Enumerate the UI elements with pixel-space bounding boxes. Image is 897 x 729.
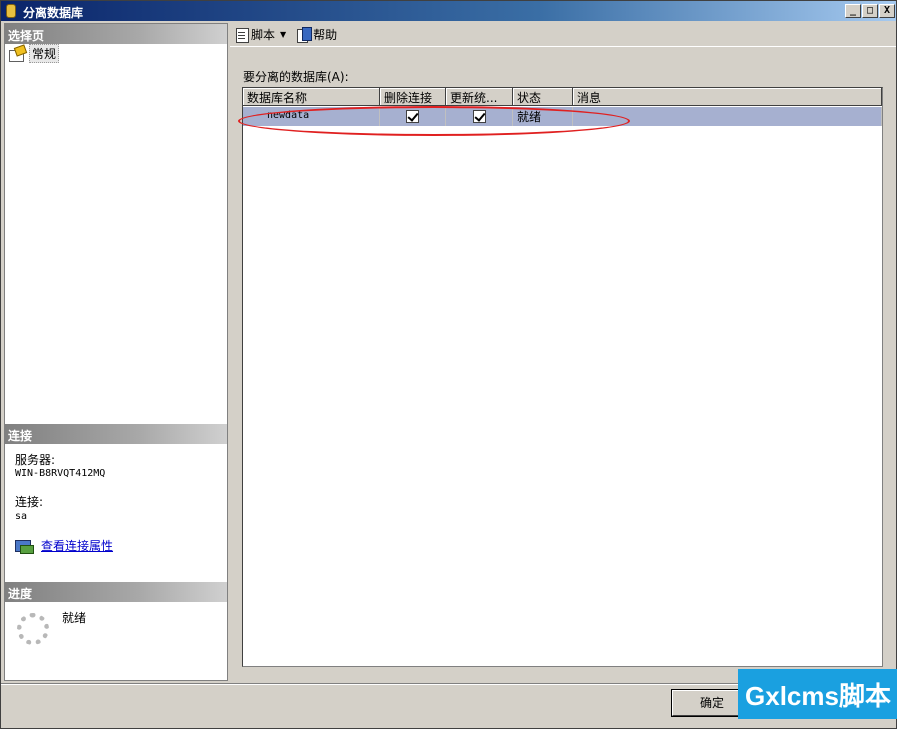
drop-connections-cell: [380, 107, 446, 126]
database-name-cell: newdata: [243, 107, 380, 126]
connection-header: 连接: [5, 424, 227, 444]
drop-connections-checkbox[interactable]: [406, 110, 419, 123]
progress-status: 就绪: [62, 611, 87, 625]
view-connection-properties[interactable]: 查看连接属性: [15, 537, 113, 554]
status-cell: 就绪: [513, 107, 573, 126]
window-title: 分离数据库: [23, 6, 84, 20]
page-item-label: 常规: [29, 43, 60, 63]
connection-properties-icon: [15, 539, 34, 554]
update-statistics-checkbox[interactable]: [472, 110, 486, 123]
table-row[interactable]: newdata 就绪: [243, 107, 882, 126]
databases-grid[interactable]: 数据库名称 删除连接 更新统... 状态 消息 newdata 就绪: [242, 87, 883, 667]
column-header-message[interactable]: 消息: [573, 88, 882, 106]
left-pane: 选择页 常规 连接 服务器: WIN-B8RVQT412MQ 连接: sa 查看…: [4, 23, 228, 681]
view-connection-properties-link[interactable]: 查看连接属性: [41, 537, 113, 554]
minimize-button[interactable]: _: [845, 4, 861, 18]
column-header-name[interactable]: 数据库名称: [243, 88, 380, 106]
server-value: WIN-B8RVQT412MQ: [15, 468, 106, 479]
progress-spinner-icon: [17, 613, 49, 645]
close-button[interactable]: X: [879, 4, 895, 18]
update-statistics-cell: [446, 107, 513, 126]
column-header-status[interactable]: 状态: [513, 88, 573, 106]
script-button[interactable]: 脚本 ▼: [232, 25, 288, 45]
general-page-icon: [8, 46, 25, 62]
databases-to-detach-label: 要分离的数据库(A):: [243, 70, 349, 84]
column-header-update-statistics[interactable]: 更新统...: [446, 88, 513, 106]
script-label: 脚本: [251, 28, 276, 42]
detach-database-dialog: 分离数据库 _ □ X 选择页 常规 连接 服务器: WIN-B8RVQT412…: [0, 0, 897, 729]
maximize-button[interactable]: □: [862, 4, 878, 18]
watermark-logo: Gxlcms脚本: [738, 669, 897, 719]
column-header-drop-connections[interactable]: 删除连接: [380, 88, 446, 106]
help-icon: [296, 27, 313, 43]
page-item-general[interactable]: 常规: [8, 43, 60, 63]
server-label: 服务器:: [15, 453, 56, 467]
script-icon: [234, 27, 249, 43]
connection-label: 连接:: [15, 495, 44, 509]
help-button[interactable]: 帮助: [294, 25, 339, 45]
message-cell: [573, 107, 882, 126]
toolbar: 脚本 ▼ 帮助: [230, 23, 896, 47]
title-bar: 分离数据库 _ □ X: [1, 1, 896, 21]
progress-header: 进度: [5, 582, 227, 602]
select-page-header: 选择页: [5, 24, 227, 44]
help-label: 帮助: [313, 28, 338, 42]
connection-value: sa: [15, 511, 28, 522]
database-icon: [6, 4, 16, 18]
chevron-down-icon[interactable]: ▼: [280, 30, 286, 39]
grid-header: 数据库名称 删除连接 更新统... 状态 消息: [243, 88, 882, 106]
